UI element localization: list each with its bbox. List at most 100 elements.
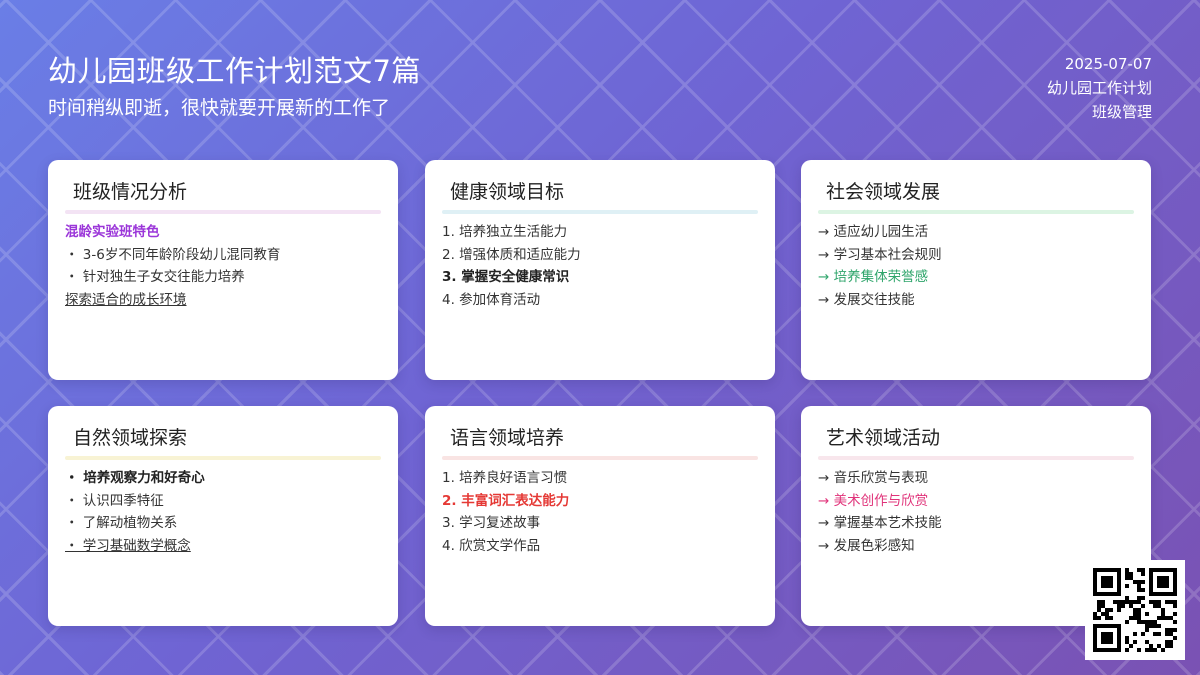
qr-module xyxy=(1157,568,1161,572)
card-link[interactable]: ・ 学习基础数学概念 xyxy=(65,535,381,558)
qr-module xyxy=(1149,620,1153,624)
qr-module xyxy=(1153,600,1157,604)
qr-module xyxy=(1165,616,1169,620)
qr-module xyxy=(1149,644,1153,648)
qr-module xyxy=(1169,628,1173,632)
qr-module xyxy=(1153,568,1157,572)
qr-module xyxy=(1093,584,1097,588)
qr-module xyxy=(1161,612,1165,616)
qr-module xyxy=(1105,584,1109,588)
qr-module xyxy=(1125,576,1129,580)
qr-module xyxy=(1101,600,1105,604)
qr-module xyxy=(1093,612,1097,616)
qr-module xyxy=(1173,576,1177,580)
qr-module xyxy=(1145,620,1149,624)
card-divider xyxy=(818,456,1134,460)
qr-module xyxy=(1097,600,1101,604)
qr-module xyxy=(1109,624,1113,628)
qr-module xyxy=(1161,580,1165,584)
qr-module xyxy=(1161,576,1165,580)
card-line: → 适应幼儿园生活 xyxy=(818,224,929,240)
qr-module xyxy=(1137,648,1141,652)
card-link[interactable]: 探索适合的成长环境 xyxy=(65,289,381,312)
qr-module xyxy=(1117,640,1121,644)
qr-module xyxy=(1117,648,1121,652)
qr-module xyxy=(1101,604,1105,608)
qr-module xyxy=(1137,568,1141,572)
qr-module xyxy=(1097,592,1101,596)
qr-module xyxy=(1097,568,1101,572)
card-title: 健康领域目标 xyxy=(450,181,565,203)
qr-module xyxy=(1165,628,1169,632)
card-line: ・ 了解动植物关系 xyxy=(65,515,178,531)
qr-module xyxy=(1125,636,1129,640)
qr-module xyxy=(1165,592,1169,596)
qr-module xyxy=(1117,580,1121,584)
qr-module xyxy=(1117,588,1121,592)
qr-module xyxy=(1105,568,1109,572)
qr-module xyxy=(1093,616,1097,620)
qr-module xyxy=(1165,600,1169,604)
card-social-development: 社会领域发展 → 适应幼儿园生活 → 学习基本社会规则 → 培养集体荣誉感 → … xyxy=(801,160,1151,380)
qr-module xyxy=(1101,640,1105,644)
card-line: → 发展色彩感知 xyxy=(818,537,915,554)
qr-module xyxy=(1117,604,1121,608)
qr-module xyxy=(1157,600,1161,604)
card-line: 3. 学习复述故事 xyxy=(442,515,541,531)
qr-module xyxy=(1109,608,1113,612)
card-line: 1. 培养良好语言习惯 xyxy=(442,470,568,486)
qr-module xyxy=(1173,588,1177,592)
card-line: 3. 掌握安全健康常识 xyxy=(442,269,570,285)
qr-module xyxy=(1153,604,1157,608)
qr-module xyxy=(1173,636,1177,640)
qr-module xyxy=(1109,632,1113,636)
qr-module xyxy=(1165,576,1169,580)
qr-module xyxy=(1145,628,1149,632)
page-subtitle: 时间稍纵即逝，很快就要开展新的工作了 xyxy=(48,97,391,119)
qr-module xyxy=(1117,632,1121,636)
qr-module xyxy=(1125,620,1129,624)
qr-module xyxy=(1097,624,1101,628)
qr-module xyxy=(1101,592,1105,596)
qr-module xyxy=(1145,648,1149,652)
qr-module xyxy=(1141,572,1145,576)
card-line: ・ 针对独生子女交往能力培养 xyxy=(65,269,245,285)
qr-code[interactable] xyxy=(1085,560,1185,660)
qr-module xyxy=(1169,632,1173,636)
qr-module xyxy=(1129,572,1133,576)
card-line: 4. 参加体育活动 xyxy=(442,291,541,308)
qr-module xyxy=(1133,600,1137,604)
qr-module xyxy=(1097,648,1101,652)
card-line: 2. 丰富词汇表达能力 xyxy=(442,492,570,509)
qr-module xyxy=(1101,576,1105,580)
card-class-analysis: 班级情况分析 混龄实验班特色 ・ 3-6岁不同年龄阶段幼儿混同教育 ・ 针对独生… xyxy=(48,160,398,380)
qr-module xyxy=(1105,612,1109,616)
qr-module xyxy=(1113,592,1117,596)
qr-module xyxy=(1109,592,1113,596)
qr-module xyxy=(1117,584,1121,588)
qr-module xyxy=(1149,580,1153,584)
qr-module xyxy=(1157,580,1161,584)
qr-module xyxy=(1137,600,1141,604)
qr-module xyxy=(1105,576,1109,580)
card-line: → 掌握基本艺术技能 xyxy=(818,515,942,531)
qr-module xyxy=(1137,616,1141,620)
card-divider xyxy=(818,210,1134,214)
qr-module xyxy=(1173,584,1177,588)
qr-module xyxy=(1141,580,1145,584)
card-divider xyxy=(65,210,381,214)
qr-module xyxy=(1117,576,1121,580)
qr-module xyxy=(1129,604,1133,608)
qr-module xyxy=(1149,572,1153,576)
qr-module xyxy=(1133,608,1137,612)
qr-module xyxy=(1173,600,1177,604)
card-title: 班级情况分析 xyxy=(73,181,188,203)
qr-module xyxy=(1093,588,1097,592)
qr-module xyxy=(1093,624,1097,628)
qr-module xyxy=(1161,608,1165,612)
qr-module xyxy=(1109,640,1113,644)
qr-module xyxy=(1113,648,1117,652)
qr-module xyxy=(1117,600,1121,604)
qr-module xyxy=(1153,624,1157,628)
qr-module xyxy=(1125,584,1129,588)
